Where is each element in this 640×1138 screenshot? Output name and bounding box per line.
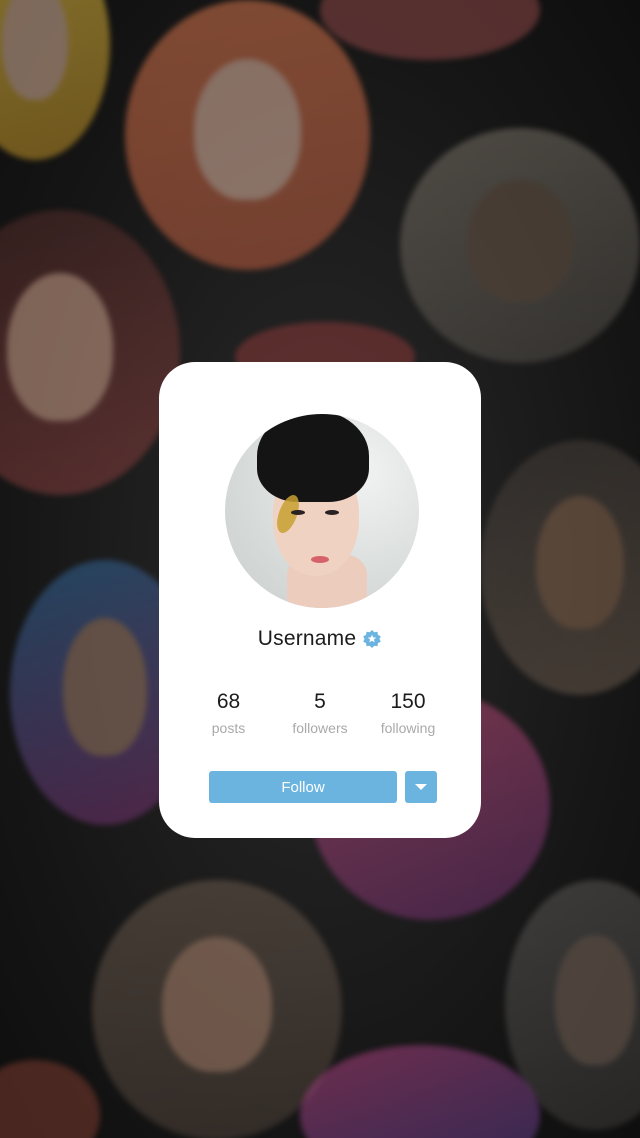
profile-stats: 68 posts 5 followers 150 following bbox=[181, 690, 471, 736]
stat-value: 5 bbox=[314, 690, 326, 713]
username-row: Username bbox=[159, 627, 481, 651]
stat-label: followers bbox=[292, 720, 348, 736]
stat-value: 68 bbox=[216, 690, 241, 713]
background-avatar bbox=[320, 0, 540, 60]
follow-button[interactable]: Follow bbox=[209, 771, 397, 803]
background-avatar bbox=[0, 1060, 100, 1138]
profile-card: Username 68 posts 5 followers 150 follow… bbox=[159, 362, 481, 838]
caret-down-icon bbox=[415, 784, 427, 790]
stat-value: 150 bbox=[390, 690, 426, 713]
follow-options-button[interactable] bbox=[405, 771, 437, 803]
background-avatar bbox=[125, 0, 370, 270]
stat-label: posts bbox=[211, 720, 246, 736]
background-avatar bbox=[400, 128, 640, 363]
username[interactable]: Username bbox=[258, 627, 356, 651]
profile-avatar[interactable] bbox=[225, 414, 419, 608]
stat-followers[interactable]: 5 followers bbox=[276, 690, 364, 736]
background-avatar bbox=[0, 210, 180, 495]
stat-following[interactable]: 150 following bbox=[364, 690, 452, 736]
background-avatar bbox=[0, 0, 110, 160]
background-avatar bbox=[480, 440, 640, 695]
stat-label: following bbox=[380, 720, 436, 736]
background-avatar bbox=[300, 1045, 540, 1138]
verified-badge-icon bbox=[362, 629, 382, 649]
stat-posts[interactable]: 68 posts bbox=[181, 690, 276, 736]
